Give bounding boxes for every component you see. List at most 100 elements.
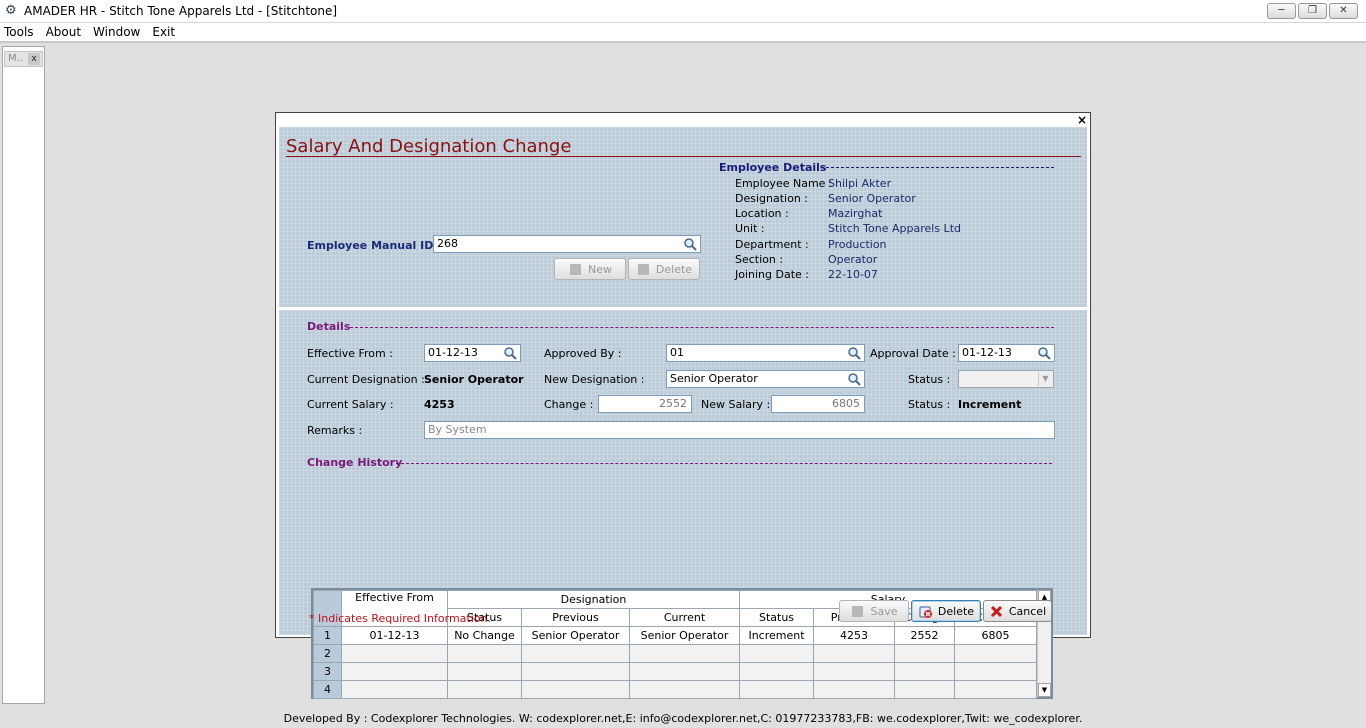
search-icon[interactable]: [847, 372, 861, 386]
cell-designation-current[interactable]: Senior Operator: [629, 626, 740, 645]
cell-salary-change[interactable]: [894, 680, 955, 699]
menu-exit[interactable]: Exit: [148, 23, 181, 41]
details-divider: [350, 327, 1054, 328]
new-salary-label: New Salary :: [701, 398, 771, 411]
employee-details-divider: [821, 167, 1054, 168]
cell-designation-status[interactable]: No Change: [447, 626, 522, 645]
department-value: Production: [828, 238, 887, 251]
new-designation-label: New Designation :: [544, 373, 645, 386]
search-icon[interactable]: [1037, 346, 1051, 360]
cell-salary-current[interactable]: [954, 644, 1037, 663]
cell-salary-status[interactable]: [739, 662, 814, 681]
cell-salary-previous[interactable]: [813, 644, 895, 663]
change-history-header: Change History: [307, 456, 403, 469]
table-row[interactable]: 1 01-12-13 No Change Senior Operator Sen…: [313, 626, 1037, 645]
remarks-label: Remarks :: [307, 424, 363, 437]
cell-effective-from[interactable]: 01-12-13: [341, 626, 448, 645]
new-designation-input[interactable]: Senior Operator: [666, 370, 865, 388]
cell-designation-current[interactable]: [629, 680, 740, 699]
cell-designation-previous[interactable]: [521, 680, 630, 699]
status-select-value: [959, 371, 962, 384]
cell-salary-current[interactable]: [954, 662, 1037, 681]
delete-button-label: Delete: [937, 604, 975, 618]
close-window-button[interactable]: ✕: [1329, 3, 1358, 19]
cell-salary-previous[interactable]: [813, 662, 895, 681]
cell-designation-previous[interactable]: [521, 662, 630, 681]
save-button[interactable]: Save: [839, 600, 909, 622]
search-icon[interactable]: [683, 237, 697, 251]
salary-designation-dialog: × Salary And Designation Change Employee…: [275, 112, 1091, 699]
menu-bar: Tools About Window Exit: [0, 23, 1366, 43]
menu-window[interactable]: Window: [89, 23, 146, 41]
remarks-input[interactable]: By System: [424, 421, 1055, 439]
cell-salary-change[interactable]: [894, 662, 955, 681]
employee-id-value: 268: [437, 237, 458, 250]
cell-designation-previous[interactable]: [521, 644, 630, 663]
footer-credits: Developed By : Codexplorer Technologies.…: [283, 712, 1083, 725]
table-row[interactable]: 3: [313, 662, 1037, 681]
unit-value: Stitch Tone Apparels Ltd: [828, 222, 961, 235]
cell-salary-current[interactable]: [954, 680, 1037, 699]
cell-designation-status[interactable]: [447, 644, 522, 663]
cell-designation-status[interactable]: [447, 662, 522, 681]
cell-designation-current[interactable]: [629, 644, 740, 663]
cell-salary-status[interactable]: [739, 680, 814, 699]
dialog-close-icon[interactable]: ×: [1077, 113, 1087, 127]
menu-tools[interactable]: Tools: [0, 23, 40, 41]
cell-designation-current[interactable]: [629, 662, 740, 681]
col-salary-status[interactable]: Status: [739, 608, 814, 627]
window-controls: ─ ❐ ✕: [1267, 3, 1358, 19]
location-value: Mazirghat: [828, 207, 883, 220]
side-panel-tab[interactable]: M.. x: [4, 51, 43, 67]
table-row[interactable]: 2: [313, 644, 1037, 663]
new-salary-input[interactable]: 6805: [771, 395, 865, 413]
menu-about[interactable]: About: [42, 23, 87, 41]
page-title: Salary And Designation Change: [286, 136, 572, 157]
cell-effective-from[interactable]: [341, 680, 448, 699]
delete-top-button[interactable]: Delete: [628, 258, 700, 280]
effective-from-input[interactable]: 01-12-13: [424, 344, 521, 362]
minimize-button[interactable]: ─: [1267, 3, 1296, 19]
cell-salary-status[interactable]: Increment: [739, 626, 814, 645]
approved-by-label: Approved By :: [544, 347, 622, 360]
salary-status-value: Increment: [958, 398, 1022, 411]
employee-id-input[interactable]: 268: [433, 235, 701, 253]
cell-designation-status[interactable]: [447, 680, 522, 699]
designation-value: Senior Operator: [828, 192, 916, 205]
col-designation-current[interactable]: Current: [629, 608, 740, 627]
restore-button[interactable]: ❐: [1298, 3, 1327, 19]
joining-date-value: 22-10-07: [828, 268, 878, 281]
section-value: Operator: [828, 253, 878, 266]
cell-salary-change[interactable]: [894, 644, 955, 663]
title-divider: [286, 156, 1081, 157]
cell-effective-from[interactable]: [341, 644, 448, 663]
col-designation-previous[interactable]: Previous: [521, 608, 630, 627]
change-history-divider: [396, 463, 1052, 464]
window-titlebar: ⚙ AMADER HR - Stitch Tone Apparels Ltd -…: [0, 0, 1366, 23]
cell-salary-previous[interactable]: 4253: [813, 626, 895, 645]
chevron-down-icon[interactable]: ▼: [1038, 372, 1052, 386]
table-row[interactable]: 4: [313, 680, 1037, 699]
delete-button[interactable]: Delete: [911, 600, 981, 622]
new-button-label: New: [588, 262, 612, 276]
designation-label: Designation :: [735, 192, 808, 205]
cell-salary-change[interactable]: 2552: [894, 626, 955, 645]
cell-designation-previous[interactable]: Senior Operator: [521, 626, 630, 645]
approved-by-input[interactable]: 01: [666, 344, 865, 362]
approval-date-input[interactable]: 01-12-13: [958, 344, 1055, 362]
new-button[interactable]: New: [554, 258, 626, 280]
cell-salary-current[interactable]: 6805: [954, 626, 1037, 645]
cell-salary-status[interactable]: [739, 644, 814, 663]
search-icon[interactable]: [847, 346, 861, 360]
side-panel-close-icon[interactable]: x: [28, 53, 40, 65]
cell-effective-from[interactable]: [341, 662, 448, 681]
change-input[interactable]: 2552: [598, 395, 692, 413]
status-select[interactable]: ▼: [958, 370, 1054, 388]
current-designation-value: Senior Operator: [424, 373, 524, 386]
cell-salary-previous[interactable]: [813, 680, 895, 699]
current-designation-label: Current Designation :: [307, 373, 425, 386]
cancel-button[interactable]: Cancel: [983, 600, 1052, 622]
employee-name-value: Shilpi Akter: [828, 177, 892, 190]
scroll-down-icon[interactable]: ▼: [1038, 683, 1051, 697]
search-icon[interactable]: [503, 346, 517, 360]
